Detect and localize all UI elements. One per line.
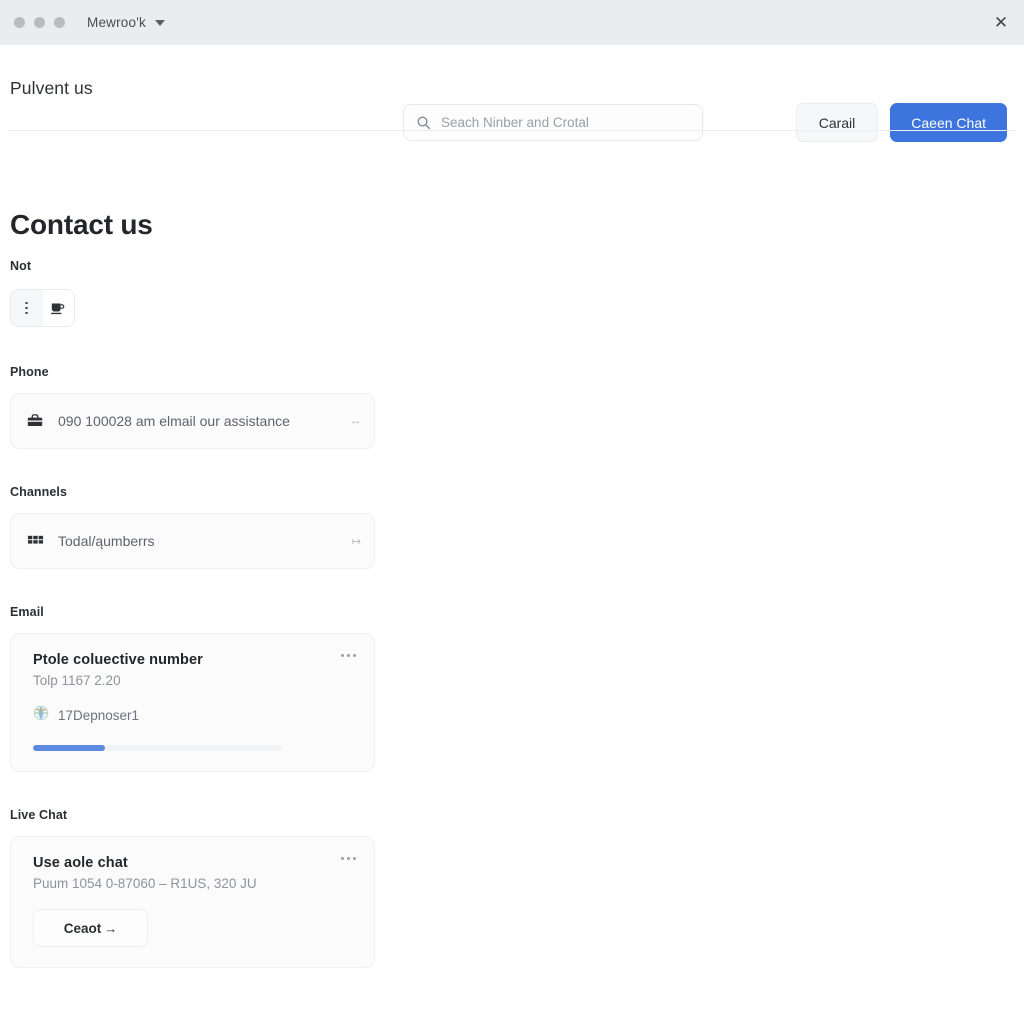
live-chat-start-button[interactable]: Ceaot →: [33, 909, 148, 947]
phone-row-trailing-icon[interactable]: ↔: [350, 415, 361, 427]
section-channels: Channels Todal/ąumberrs ↦: [10, 485, 1014, 569]
window-close-dot[interactable]: [14, 17, 25, 28]
window-title: Mewroo'k: [87, 15, 146, 30]
search-input[interactable]: [441, 115, 690, 130]
phone-row[interactable]: 090 100028 am elmail our assistance ↔: [10, 393, 375, 449]
section-label-channels: Channels: [10, 485, 68, 499]
section-label-phone: Phone: [10, 365, 49, 379]
email-card-meta-text: 17Depnoser1: [58, 708, 140, 723]
live-chat-button-label: Ceaot: [63, 920, 102, 936]
header-divider: [8, 130, 1016, 131]
more-vertical-glyph: [25, 301, 29, 315]
live-chat-card-title: Use aole chat: [33, 855, 128, 871]
search-box[interactable]: [403, 104, 703, 141]
email-card-subtitle: Tolp 1167 2.20: [33, 673, 121, 688]
grid-icon: [25, 531, 45, 551]
email-card-meta: 17Depnoser1: [33, 705, 354, 726]
phone-row-text: 090 100028 am elmail our assistance: [58, 413, 290, 429]
globe-icon: [33, 705, 49, 726]
close-icon[interactable]: ✕: [988, 10, 1014, 36]
arrow-right-icon: →: [104, 920, 118, 936]
email-card[interactable]: Ptole coluective number Tolp 1167 2.20 1…: [10, 633, 375, 772]
page-content: Contact us Not Phone 090 100028 am elmai…: [0, 209, 1024, 968]
section-email: Email Ptole coluective number Tolp 1167 …: [10, 605, 1014, 772]
briefcase-icon: [25, 411, 45, 431]
window-titlebar: Mewroo'k ✕: [0, 0, 1024, 45]
open-chat-button[interactable]: Caeen Chat: [890, 103, 1007, 142]
window-minimize-dot[interactable]: [34, 17, 45, 28]
channels-row-trailing-icon[interactable]: ↦: [352, 535, 361, 548]
brand-title: Pulvent us: [10, 77, 93, 98]
cup-icon[interactable]: [42, 290, 74, 326]
section-label-email: Email: [10, 605, 44, 619]
live-chat-card-subtitle: Puum 1054 0-87060 – R1US, 320 JU: [33, 876, 257, 891]
chevron-down-icon[interactable]: [154, 19, 165, 26]
carail-button[interactable]: Carail: [795, 103, 879, 142]
search-icon: [416, 115, 431, 130]
email-card-title: Ptole coluective number: [33, 652, 203, 668]
not-segmented-control[interactable]: [10, 289, 75, 327]
header-actions: Carail Caeen Chat: [795, 103, 1007, 142]
section-label-not: Not: [10, 259, 32, 273]
more-vertical-icon[interactable]: [11, 290, 43, 326]
page-title: Contact us: [10, 209, 153, 240]
channels-row-text: Todal/ąumberrs: [58, 533, 155, 549]
section-phone: Phone 090 100028 am elmail our assistanc…: [10, 365, 1014, 449]
window-maximize-dot[interactable]: [54, 17, 65, 28]
more-horizontal-icon[interactable]: [341, 654, 356, 657]
channels-row[interactable]: Todal/ąumberrs ↦: [10, 513, 375, 569]
live-chat-card[interactable]: Use aole chat Puum 1054 0-87060 – R1US, …: [10, 836, 375, 968]
email-progress-fill: [33, 745, 106, 751]
app-header: Pulvent us Carail Caeen Chat: [0, 45, 1024, 142]
section-label-live-chat: Live Chat: [10, 808, 68, 822]
more-horizontal-icon[interactable]: [341, 857, 356, 860]
email-progress-bar: [33, 745, 282, 751]
window-traffic-lights[interactable]: [14, 17, 65, 28]
section-live-chat: Live Chat Use aole chat Puum 1054 0-8706…: [10, 808, 1014, 968]
